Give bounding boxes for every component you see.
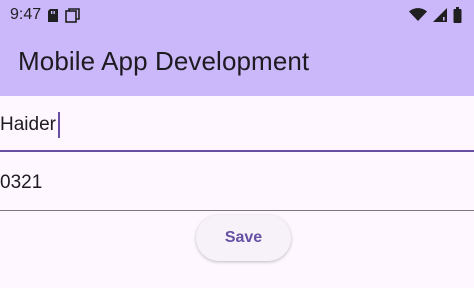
status-left: 9:47	[10, 6, 80, 24]
screen-icon	[65, 7, 80, 23]
status-bar: 9:47	[0, 0, 474, 30]
status-time: 9:47	[10, 6, 42, 23]
text-cursor	[57, 112, 60, 138]
phone-field-underline	[0, 210, 474, 211]
name-field-value[interactable]: Haider	[0, 113, 56, 137]
name-field-underline	[0, 150, 474, 152]
app-bar: 9:47 Mobile App Development	[0, 0, 474, 96]
battery-icon	[453, 7, 462, 23]
phone-field[interactable]: 0321	[0, 155, 474, 211]
wifi-icon	[409, 8, 427, 22]
sd-card-icon	[47, 8, 59, 23]
app-title: Mobile App Development	[18, 46, 310, 76]
name-field[interactable]: Haider	[0, 96, 474, 152]
save-button-label: Save	[224, 229, 263, 246]
name-field-value-wrap[interactable]: Haider	[0, 112, 60, 138]
save-button[interactable]: Save	[196, 215, 291, 261]
phone-field-value-wrap[interactable]: 0321	[0, 171, 42, 195]
status-right	[409, 7, 462, 23]
cell-signal-icon	[433, 8, 447, 22]
phone-field-value[interactable]: 0321	[0, 171, 42, 195]
